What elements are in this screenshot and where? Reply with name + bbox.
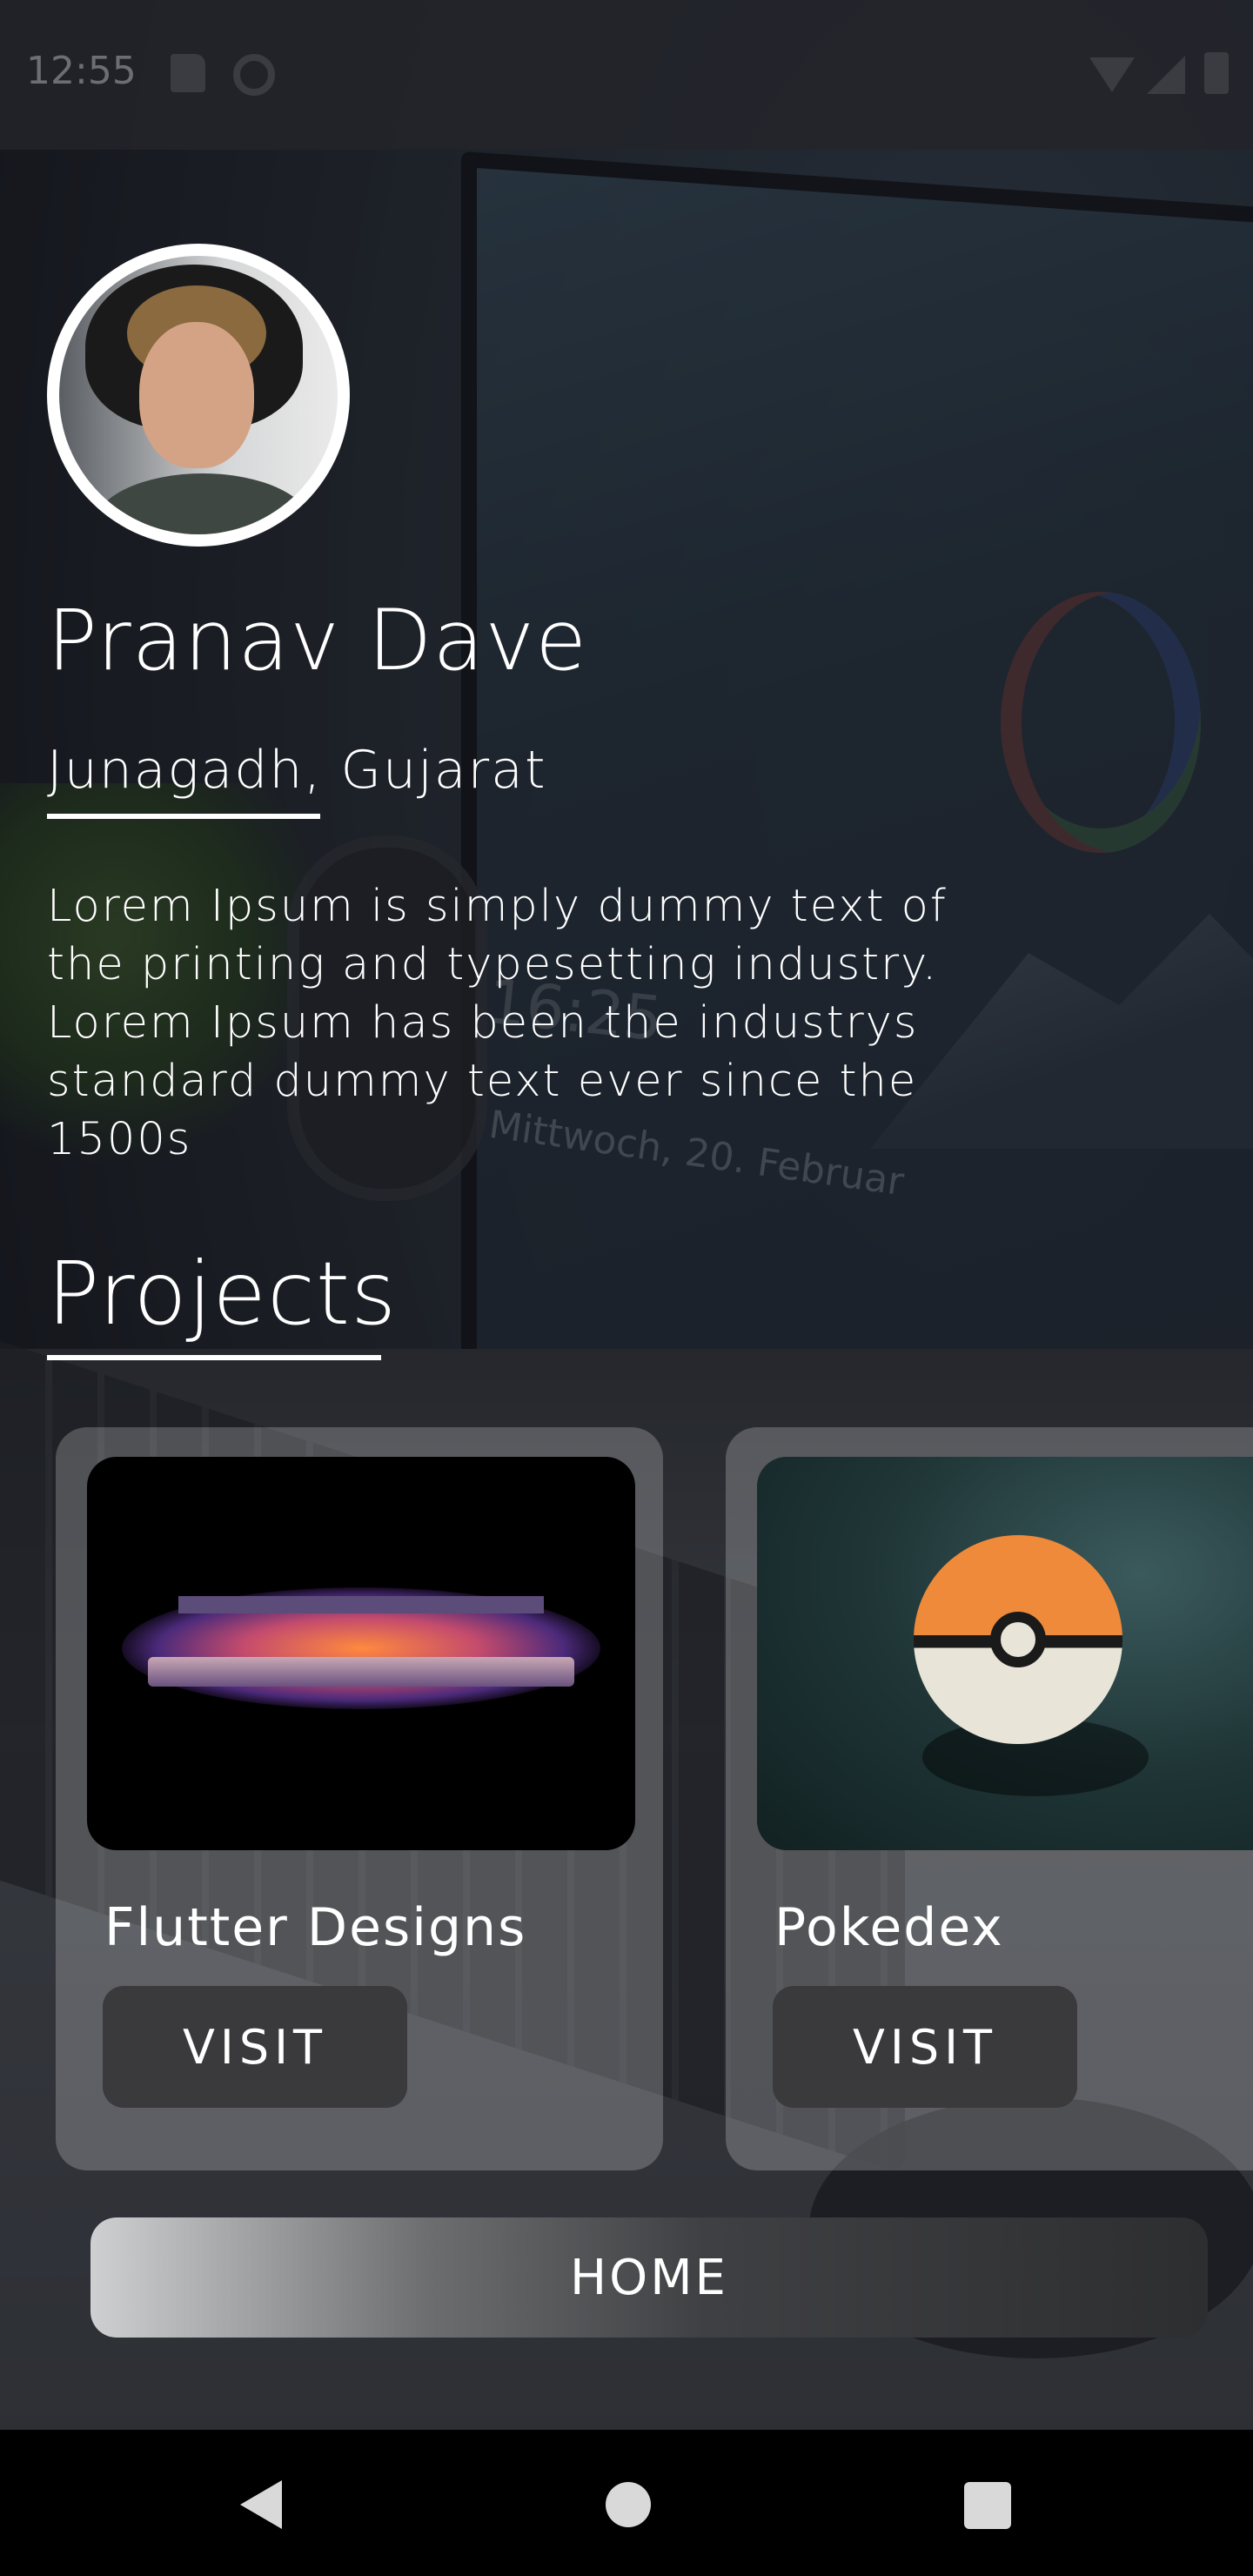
visit-button[interactable]: VISIT: [773, 1986, 1077, 2108]
project-title: Flutter Designs: [104, 1897, 527, 1958]
profile-location: Junagadh, Gujarat: [47, 740, 547, 801]
home-button[interactable]: HOME: [90, 2217, 1208, 2338]
projects-underline: [47, 1355, 381, 1360]
visit-button[interactable]: VISIT: [103, 1986, 407, 2108]
project-title: Pokedex: [774, 1897, 1004, 1958]
projects-heading: Projects: [47, 1243, 398, 1345]
profile-name: Pranav Dave: [47, 592, 588, 689]
sd-card-icon: [171, 54, 205, 92]
project-card-flutter-designs: Flutter Designs VISIT: [56, 1427, 663, 2170]
profile-bio: Lorem Ipsum is simply dummy text of the …: [47, 881, 948, 1165]
avatar: [47, 244, 350, 547]
at-sign-icon: [233, 54, 275, 96]
battery-icon: [1204, 52, 1229, 94]
wifi-icon: [1089, 57, 1135, 92]
laptop-image: [87, 1457, 635, 1850]
back-icon[interactable]: [240, 2480, 282, 2529]
pokeball-image: [757, 1457, 1253, 1850]
home-circle-icon[interactable]: [606, 2482, 651, 2527]
signal-icon: [1147, 56, 1185, 94]
status-time: 12:55: [26, 49, 137, 93]
recent-apps-icon[interactable]: [964, 2482, 1011, 2529]
status-bar: 12:55: [0, 0, 1253, 150]
project-card-pokedex: Pokedex VISIT: [726, 1427, 1253, 2170]
location-underline: [47, 814, 320, 819]
